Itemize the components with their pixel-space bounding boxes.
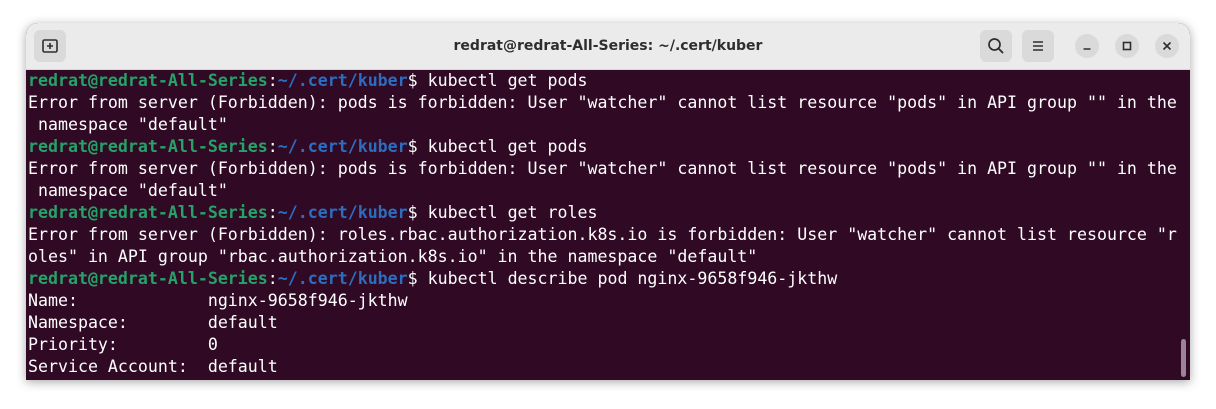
prompt-line: redrat@redrat-All-Series:~/.cert/kuber$ … [28, 70, 1177, 92]
output-line: Error from server (Forbidden): pods is f… [28, 159, 1177, 178]
prompt-line: redrat@redrat-All-Series:~/.cert/kuber$ … [28, 202, 1177, 224]
prompt-user: redrat@redrat-All-Series [28, 269, 268, 288]
output-line: Priority: 0 [28, 335, 218, 354]
menu-button[interactable] [1022, 30, 1054, 62]
prompt-separator: : [267, 71, 278, 90]
close-button[interactable] [1155, 34, 1179, 58]
output-line: oles" in API group "rbac.authorization.k… [28, 247, 758, 266]
prompt-separator: : [267, 203, 278, 222]
prompt-separator: : [267, 269, 278, 288]
title-bar[interactable]: redrat@redrat-All-Series: ~/.cert/kuber [26, 23, 1190, 70]
terminal-window: redrat@redrat-All-Series: ~/.cert/kuber [26, 23, 1190, 380]
command-text: kubectl get roles [427, 203, 598, 222]
prompt-line: redrat@redrat-All-Series:~/.cert/kuber$ … [28, 268, 1177, 290]
terminal-lines: redrat@redrat-All-Series:~/.cert/kuber$ … [28, 70, 1177, 378]
minimize-icon [1083, 48, 1091, 50]
output-line: Name: nginx-9658f946-jkthw [28, 291, 408, 310]
prompt-path: ~/.cert/kuber [277, 269, 408, 288]
maximize-icon [1122, 41, 1132, 51]
output-line: Namespace: default [28, 313, 278, 332]
prompt-symbol: $ [407, 71, 428, 90]
prompt-path: ~/.cert/kuber [277, 203, 408, 222]
prompt-symbol: $ [407, 269, 428, 288]
search-button[interactable] [980, 30, 1012, 62]
prompt-line: redrat@redrat-All-Series:~/.cert/kuber$ … [28, 136, 1177, 158]
maximize-button[interactable] [1115, 34, 1139, 58]
prompt-path: ~/.cert/kuber [277, 71, 408, 90]
prompt-user: redrat@redrat-All-Series [28, 203, 268, 222]
command-text: kubectl get pods [427, 137, 588, 156]
search-icon [988, 38, 1004, 54]
output-line: Error from server (Forbidden): roles.rba… [28, 225, 1177, 244]
prompt-separator: : [267, 137, 278, 156]
command-text: kubectl get pods [427, 71, 588, 90]
minimize-button[interactable] [1075, 34, 1099, 58]
output-line: namespace "default" [28, 115, 228, 134]
hamburger-menu-icon [1033, 41, 1043, 51]
output-line: namespace "default" [28, 181, 228, 200]
prompt-path: ~/.cert/kuber [277, 137, 408, 156]
close-icon [1162, 41, 1172, 51]
prompt-symbol: $ [407, 203, 428, 222]
window-title: redrat@redrat-All-Series: ~/.cert/kuber [453, 38, 763, 54]
prompt-user: redrat@redrat-All-Series [28, 71, 268, 90]
command-text: kubectl describe pod nginx-9658f946-jkth… [427, 269, 838, 288]
terminal-output[interactable]: redrat@redrat-All-Series:~/.cert/kuber$ … [26, 70, 1190, 380]
scrollbar-thumb[interactable] [1181, 339, 1186, 377]
prompt-symbol: $ [407, 137, 428, 156]
output-line: Service Account: default [28, 357, 278, 376]
output-line: Error from server (Forbidden): pods is f… [28, 93, 1177, 112]
prompt-user: redrat@redrat-All-Series [28, 137, 268, 156]
